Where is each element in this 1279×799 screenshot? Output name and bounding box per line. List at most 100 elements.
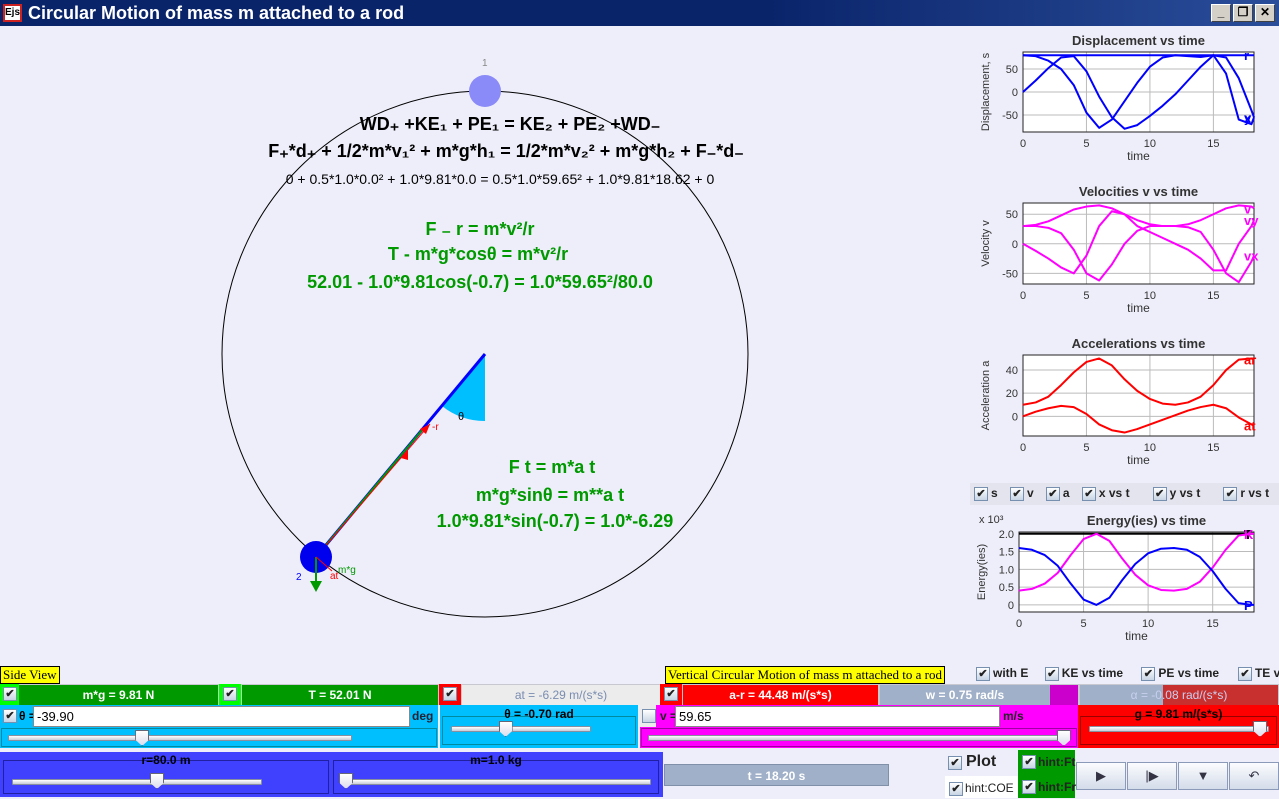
charts-panel: 0 5 10 15500-50Displacement vs timetimeDisp… xyxy=(976,33,1259,643)
series-end-label: vx xyxy=(1244,249,1259,264)
tangential-equation-general: F t = m*a t xyxy=(508,457,596,477)
mass-title: m=1.0 kg xyxy=(470,753,522,767)
side-view-canvas[interactable]: 1 θ -r 2 at m*g WD₊ +KE₁ + PE₁ = KE₂ + P… xyxy=(0,26,960,660)
toggle-checkbox-1[interactable]: ✔ xyxy=(1009,487,1024,501)
mg-checkbox[interactable]: ✔ xyxy=(3,687,17,701)
toggle-label: s xyxy=(991,486,998,500)
simulation-caption: Vertical Circular Motion of mass m attac… xyxy=(665,666,946,684)
toggle-checkbox-3[interactable]: ✔ xyxy=(1237,667,1252,681)
toggle-label: y vs t xyxy=(1169,486,1201,500)
v-unit: m/s xyxy=(1003,709,1024,723)
alpha-value: α = -0.08 rad/(s*s) xyxy=(1130,688,1228,702)
energy-equation-general: WD₊ +KE₁ + PE₁ = KE₂ + PE₂ +WD₋ xyxy=(359,114,661,134)
play-button[interactable]: ▶ xyxy=(1076,762,1126,790)
ar-value: a-r = 44.48 m/(s*s) xyxy=(683,685,878,705)
v-slider[interactable] xyxy=(641,728,1077,747)
at-value: at = -6.29 m/(s*s) xyxy=(462,685,660,705)
y-tick-label: 0 xyxy=(1012,239,1018,251)
theta-slider[interactable] xyxy=(1,728,437,747)
chart-title: Accelerations vs time xyxy=(1072,336,1206,351)
plot-label: Plot xyxy=(966,753,997,770)
toggle-label: x vs t xyxy=(1098,486,1130,500)
y-axis-label: Displacement, s xyxy=(980,52,992,131)
gravity-panel: g = 9.81 m/(s*s) xyxy=(1078,705,1279,748)
mass-1 xyxy=(469,75,501,107)
theta-input[interactable]: -39.90 xyxy=(33,706,410,727)
y-tick-label: 0 xyxy=(1008,600,1014,612)
hint-fr-checkbox[interactable]: ✔ xyxy=(1022,780,1036,794)
y-tick-label: 0 xyxy=(1012,411,1018,423)
x-axis-label: time xyxy=(1127,149,1150,163)
y-tick-label: 1.5 xyxy=(999,547,1014,559)
toggle-checkbox-3[interactable]: ✔ xyxy=(1081,487,1096,501)
tangential-equation-expanded: m*g*sinθ = m**a t xyxy=(475,485,625,505)
y-tick-label: 1.0 xyxy=(999,564,1014,576)
toggle-checkbox-0[interactable]: ✔ xyxy=(976,667,990,681)
time-display: t = 18.20 s xyxy=(664,764,889,786)
plot-checkbox[interactable]: ✔ xyxy=(948,756,962,770)
toggle-label: v xyxy=(1026,486,1034,500)
step-button[interactable]: |▶ xyxy=(1127,762,1177,790)
chart-title: Displacement vs time xyxy=(1072,33,1205,48)
v-input[interactable]: 59.65 xyxy=(675,706,1000,727)
y-tick-label: 2.0 xyxy=(999,529,1014,541)
x-tick-label: 15 xyxy=(1207,290,1219,302)
chart-title: Energy(ies) vs time xyxy=(1087,513,1206,528)
hint-coe-checkbox[interactable]: ✔ xyxy=(949,782,963,796)
toggle-checkbox-1[interactable]: ✔ xyxy=(1044,667,1059,681)
toggle-checkbox-0[interactable]: ✔ xyxy=(974,487,988,501)
minimize-button[interactable]: _ xyxy=(1211,4,1231,22)
toggle-checkbox-2[interactable]: ✔ xyxy=(1045,487,1060,501)
hint-ft-checkbox[interactable]: ✔ xyxy=(1022,755,1036,769)
x-tick-label: 0 xyxy=(1020,138,1026,150)
x-tick-label: 15 xyxy=(1207,138,1219,150)
radius-slider-thumb[interactable] xyxy=(150,773,164,789)
y-scale-label: x 10³ xyxy=(979,514,1004,526)
dropdown-button[interactable]: ▼ xyxy=(1178,762,1228,790)
plot-area xyxy=(1023,355,1254,436)
v-checkbox[interactable] xyxy=(642,709,656,723)
mass-1-label: 1 xyxy=(482,58,488,69)
toggle-checkbox-5[interactable]: ✔ xyxy=(1223,487,1238,501)
close-button[interactable]: ✕ xyxy=(1255,4,1275,22)
series-end-label: P xyxy=(1244,598,1253,613)
v-slider-thumb[interactable] xyxy=(1056,730,1071,746)
gravity-title: g = 9.81 m/(s*s) xyxy=(1134,707,1223,721)
y-axis-label: Velocity v xyxy=(980,220,992,267)
y-tick-label: -50 xyxy=(1002,268,1018,280)
at-checkbox[interactable]: ✔ xyxy=(443,687,457,701)
y-axis-label: Acceleration a xyxy=(980,360,992,431)
restore-button[interactable]: ❐ xyxy=(1233,4,1253,22)
theta-rad-title: θ = -0.70 rad xyxy=(504,707,574,721)
y-axis-label: Energy(ies) xyxy=(976,544,988,600)
y-tick-label: 20 xyxy=(1006,388,1018,400)
gravity-slider-thumb[interactable] xyxy=(1253,721,1267,737)
series-end-label: K xyxy=(1244,527,1254,542)
y-tick-label: 0.5 xyxy=(999,582,1014,594)
x-tick-label: 5 xyxy=(1083,138,1089,150)
toggle-checkbox-2[interactable]: ✔ xyxy=(1141,667,1156,681)
energy-toggles: ✔with E✔KE vs time✔PE vs time✔TE vs time xyxy=(972,663,1279,683)
window-title: Circular Motion of mass m attached to a … xyxy=(28,3,405,23)
y-tick-label: -50 xyxy=(1002,110,1018,122)
reset-button[interactable]: ↶ xyxy=(1229,762,1279,790)
mass-slider-thumb[interactable] xyxy=(339,773,353,789)
ar-checkbox[interactable]: ✔ xyxy=(664,687,678,701)
series-end-label: at xyxy=(1244,419,1256,434)
theta-slider-thumb[interactable] xyxy=(135,730,150,746)
tangential-equation-values: 1.0*9.81*sin(-0.7) = 1.0*-6.29 xyxy=(436,511,674,531)
fr-label: -r xyxy=(432,422,439,433)
omega-value: w = 0.75 rad/s xyxy=(880,685,1050,705)
toggle-checkbox-4[interactable]: ✔ xyxy=(1152,487,1167,501)
x-tick-label: 15 xyxy=(1207,442,1219,454)
y-tick-label: 50 xyxy=(1006,209,1018,221)
x-tick-label: 5 xyxy=(1080,618,1086,630)
omega-color-swatch xyxy=(1050,685,1078,705)
theta-checkbox[interactable]: ✔ xyxy=(3,709,17,723)
toggle-label: r vs t xyxy=(1240,486,1270,500)
hint-ft-label: hint:Ft xyxy=(1038,755,1076,769)
theta-rad-slider-thumb[interactable] xyxy=(498,721,513,737)
mg-label: m*g xyxy=(338,565,356,576)
tension-checkbox[interactable]: ✔ xyxy=(223,687,237,701)
x-axis-label: time xyxy=(1127,301,1150,315)
